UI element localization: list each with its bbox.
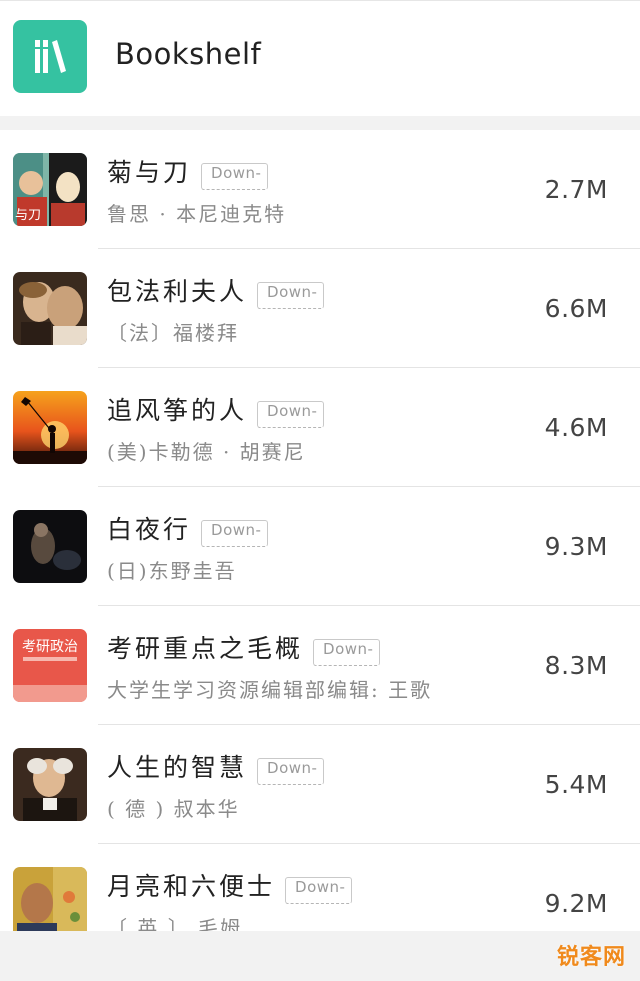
book-author: 〔 英 〕 毛姆 [107, 916, 243, 931]
file-size: 9.3M [544, 532, 608, 561]
download-badge[interactable]: Down- [313, 639, 381, 666]
list-item[interactable]: 追风筝的人 Down- (美)卡勒德 · 胡赛尼 4.6M [0, 368, 640, 487]
svg-text:与刀: 与刀 [15, 208, 41, 223]
book-title: 包法利夫人 Down- [107, 276, 325, 309]
book-list: 与刀 菊与刀 Down- 鲁思 · 本尼迪克特 2.7M 包法利夫人 Down- 〔… [0, 130, 640, 931]
download-badge[interactable]: Down- [201, 163, 269, 190]
cover-art-couple-embrace-icon [13, 272, 87, 345]
cover-art-kite-sunset-icon [13, 391, 87, 464]
list-item[interactable]: 考研政治 考研重点之毛概 Down- 大学生学习资源编辑部编辑: 王歌 8.3M [0, 606, 640, 725]
bookshelf-logo-icon[interactable] [13, 20, 87, 93]
cover-art-dark-figure-icon [13, 510, 87, 583]
book-title: 菊与刀 Down- [107, 157, 269, 190]
file-size: 6.6M [544, 294, 608, 323]
book-title: 考研重点之毛概 Down- [107, 633, 381, 666]
book-author: 大学生学习资源编辑部编辑: 王歌 [107, 678, 433, 702]
download-badge[interactable]: Down- [201, 520, 269, 547]
file-size: 2.7M [544, 175, 608, 204]
download-badge[interactable]: Down- [285, 877, 353, 904]
list-item[interactable]: 人生的智慧 Down- ( 德 ) 叔本华 5.4M [0, 725, 640, 844]
list-item[interactable]: 白夜行 Down- (日)东野圭吾 9.3M [0, 487, 640, 606]
bottom-bar [0, 931, 640, 981]
watermark: 锐客网 [557, 935, 626, 975]
book-author: (日)东野圭吾 [107, 559, 237, 583]
cover-label-text: 考研政治 [22, 639, 78, 655]
page-title: Bookshelf [115, 37, 262, 71]
file-size: 8.3M [544, 651, 608, 680]
app-header: Bookshelf [0, 0, 640, 116]
list-item[interactable]: 与刀 菊与刀 Down- 鲁思 · 本尼迪克特 2.7M [0, 130, 640, 249]
cover-art-red-label-icon: 考研政治 [13, 629, 87, 702]
book-title: 白夜行 Down- [107, 514, 269, 547]
file-size: 4.6M [544, 413, 608, 442]
cover-art-japanese-portrait-icon: 与刀 [13, 153, 87, 226]
book-author: 鲁思 · 本尼迪克特 [107, 202, 287, 226]
cover-art-gauguin-painting-icon [13, 867, 87, 931]
list-item[interactable]: 月亮和六便士 Down- 〔 英 〕 毛姆 9.2M [0, 844, 640, 931]
cover-art-philosopher-portrait-icon [13, 748, 87, 821]
book-author: ( 德 ) 叔本华 [107, 797, 240, 821]
download-badge[interactable]: Down- [257, 758, 325, 785]
book-title: 人生的智慧 Down- [107, 752, 325, 785]
watermark-brand: 锐客网 [556, 945, 626, 970]
file-size: 5.4M [544, 770, 608, 799]
book-author: 〔法〕福楼拜 [107, 321, 239, 345]
book-title: 月亮和六便士 Down- [107, 871, 353, 904]
book-title: 追风筝的人 Down- [107, 395, 325, 428]
download-badge[interactable]: Down- [257, 401, 325, 428]
list-item[interactable]: 包法利夫人 Down- 〔法〕福楼拜 6.6M [0, 249, 640, 368]
download-badge[interactable]: Down- [257, 282, 325, 309]
file-size: 9.2M [544, 889, 608, 918]
book-author: (美)卡勒德 · 胡赛尼 [107, 440, 306, 464]
